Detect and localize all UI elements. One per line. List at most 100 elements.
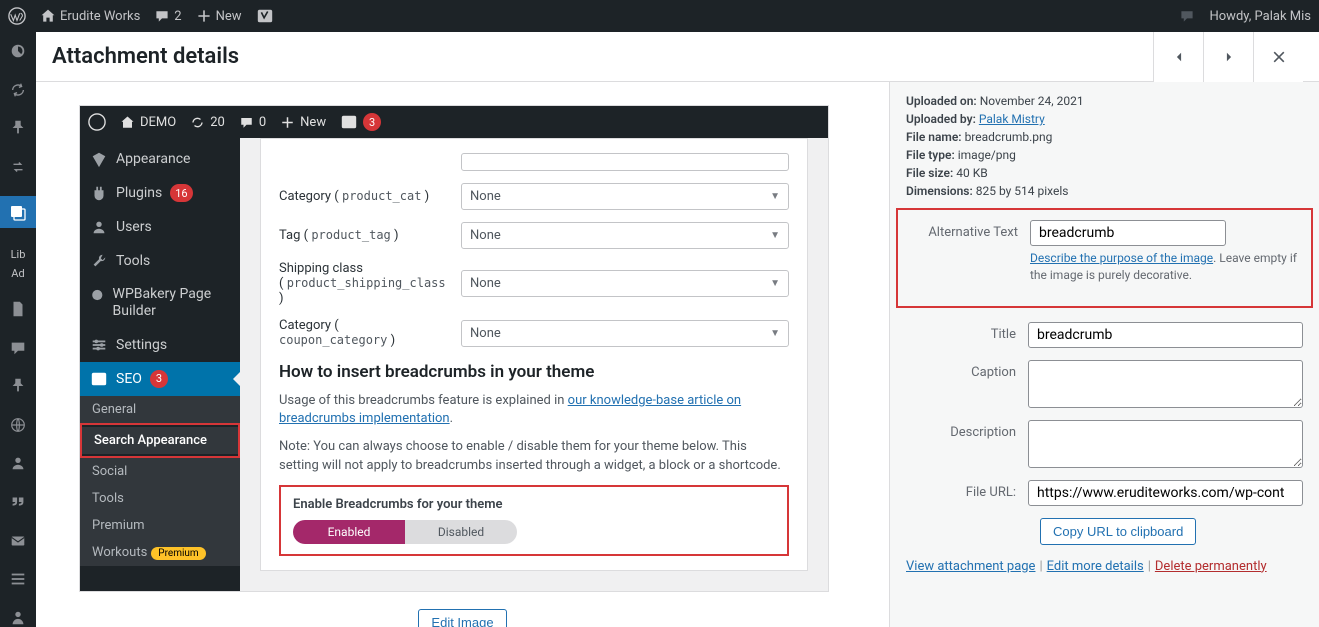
inner-submenu-premium: Premium bbox=[80, 512, 240, 539]
outer-admin-bar: Erudite Works 2 New Howdy, Palak Mis bbox=[0, 0, 1319, 32]
alt-text-highlight-box: Alternative Text Describe the purpose of… bbox=[896, 208, 1313, 308]
inner-menu-appearance: Appearance bbox=[80, 142, 240, 176]
description-label: Description bbox=[906, 420, 1028, 440]
comments-icon[interactable] bbox=[8, 338, 28, 357]
mail-icon[interactable] bbox=[8, 531, 28, 550]
toggle-disabled: Disabled bbox=[405, 520, 517, 544]
howdy-account[interactable]: Howdy, Palak Mis bbox=[1209, 9, 1311, 24]
file-url-label: File URL: bbox=[906, 480, 1028, 500]
close-button[interactable] bbox=[1253, 32, 1303, 82]
meta-file-name: File name: breadcrumb.png bbox=[906, 130, 1303, 144]
dashboard-icon[interactable] bbox=[8, 42, 28, 61]
inner-menu-users: Users bbox=[80, 210, 240, 244]
modal-nav bbox=[1153, 32, 1303, 82]
pages-icon[interactable] bbox=[8, 300, 28, 319]
meta-file-type: File type: image/png bbox=[906, 148, 1303, 162]
toggle-enabled: Enabled bbox=[293, 520, 405, 544]
inner-submenu-social: Social bbox=[80, 458, 240, 485]
site-home-link[interactable]: Erudite Works bbox=[40, 8, 140, 24]
edit-image-button[interactable]: Edit Image bbox=[418, 609, 506, 627]
alt-text-input[interactable] bbox=[1030, 220, 1226, 246]
next-button[interactable] bbox=[1203, 32, 1253, 82]
user-icon[interactable] bbox=[8, 454, 28, 473]
category-product-label: Category ( product_cat ) bbox=[279, 189, 449, 204]
tag-product-label: Tag ( product_tag ) bbox=[279, 228, 449, 243]
title-label: Title bbox=[906, 322, 1028, 342]
shipping-class-select: None▼ bbox=[461, 270, 789, 297]
breadcrumbs-toggle: Enabled Disabled bbox=[293, 520, 517, 544]
attachment-actions: View attachment page|Edit more details|D… bbox=[906, 559, 1303, 574]
attachment-details-pane: Uploaded on: November 24, 2021 Uploaded … bbox=[889, 82, 1319, 627]
inner-submenu-highlight-box: Search Appearance bbox=[80, 423, 240, 458]
list-icon[interactable] bbox=[8, 570, 28, 589]
attachment-image-preview: DEMO 20 0 New 3 Appearance Plugins16 Use… bbox=[80, 106, 828, 591]
pin2-icon[interactable] bbox=[8, 377, 28, 396]
inner-menu-seo: SEO3 bbox=[80, 362, 240, 396]
shipping-class-label: Shipping class( product_shipping_class ) bbox=[279, 261, 449, 306]
globe-icon[interactable] bbox=[8, 416, 28, 435]
caption-label: Caption bbox=[906, 360, 1028, 380]
person-icon[interactable] bbox=[8, 609, 28, 627]
caption-textarea[interactable] bbox=[1028, 360, 1303, 408]
meta-dimensions: Dimensions: 825 by 514 pixels bbox=[906, 184, 1303, 198]
pin-icon[interactable] bbox=[8, 119, 28, 138]
media-icon[interactable] bbox=[0, 196, 36, 228]
inner-admin-bar: DEMO 20 0 New 3 bbox=[80, 106, 828, 138]
modal-header: Attachment details bbox=[36, 32, 1319, 82]
uploaded-by-link[interactable]: Palak Mistry bbox=[979, 112, 1045, 126]
inner-site-link: DEMO bbox=[120, 115, 176, 130]
yoast-icon[interactable] bbox=[256, 7, 274, 25]
file-url-input[interactable] bbox=[1028, 480, 1303, 506]
title-input[interactable] bbox=[1028, 322, 1303, 348]
meta-uploaded-by: Uploaded by: Palak Mistry bbox=[906, 112, 1303, 126]
outer-admin-sidebar: Lib Ad bbox=[0, 32, 36, 627]
edit-more-details-link[interactable]: Edit more details bbox=[1047, 559, 1144, 574]
delete-permanently-link[interactable]: Delete permanently bbox=[1155, 559, 1267, 574]
comments-link[interactable]: 2 bbox=[154, 8, 181, 24]
inner-menu-plugins: Plugins16 bbox=[80, 176, 240, 210]
alt-help-link[interactable]: Describe the purpose of the image bbox=[1030, 251, 1213, 265]
modal-title: Attachment details bbox=[52, 44, 239, 69]
breadcrumbs-heading: How to insert breadcrumbs in your theme bbox=[279, 362, 789, 382]
prev-button[interactable] bbox=[1153, 32, 1203, 82]
inner-updates: 20 bbox=[190, 115, 225, 130]
select-top bbox=[461, 153, 789, 171]
meta-file-size: File size: 40 KB bbox=[906, 166, 1303, 180]
inner-menu-wpbakery: WPBakery Page Builder bbox=[80, 278, 240, 328]
breadcrumbs-para2: Note: You can always choose to enable / … bbox=[279, 438, 789, 474]
inner-submenu-workouts: WorkoutsPremium bbox=[80, 539, 240, 566]
category-coupon-select: None▼ bbox=[461, 320, 789, 347]
category-product-select: None▼ bbox=[461, 183, 789, 210]
inner-new: New bbox=[280, 115, 326, 130]
attachment-details-modal: Attachment details DEMO 20 0 New 3 bbox=[36, 32, 1319, 627]
quote-icon[interactable] bbox=[8, 493, 28, 512]
alt-text-label: Alternative Text bbox=[908, 220, 1030, 240]
new-content-link[interactable]: New bbox=[196, 8, 242, 24]
alt-text-help: Describe the purpose of the image. Leave… bbox=[1030, 250, 1301, 284]
updates-icon[interactable] bbox=[8, 81, 28, 100]
enable-breadcrumbs-title: Enable Breadcrumbs for your theme bbox=[293, 497, 775, 512]
site-name: Erudite Works bbox=[60, 9, 140, 24]
notifications-icon[interactable] bbox=[1179, 8, 1195, 24]
description-textarea[interactable] bbox=[1028, 420, 1303, 468]
inner-comments: 0 bbox=[239, 115, 266, 130]
sidebar-label-lib: Lib bbox=[11, 248, 26, 261]
breadcrumbs-enable-box: Enable Breadcrumbs for your theme Enable… bbox=[279, 485, 789, 556]
category-coupon-label: Category ( coupon_category ) bbox=[279, 318, 449, 348]
copy-url-button[interactable]: Copy URL to clipboard bbox=[1040, 518, 1196, 545]
inner-settings-panel: Category ( product_cat ) None▼ Tag ( pro… bbox=[260, 138, 808, 571]
inner-menu-settings: Settings bbox=[80, 328, 240, 362]
wp-logo-icon[interactable] bbox=[8, 7, 26, 25]
view-attachment-link[interactable]: View attachment page bbox=[906, 559, 1035, 574]
attachment-preview-pane: DEMO 20 0 New 3 Appearance Plugins16 Use… bbox=[36, 82, 889, 627]
inner-content-area: Category ( product_cat ) None▼ Tag ( pro… bbox=[240, 138, 828, 591]
inner-yoast: 3 bbox=[340, 113, 381, 131]
inner-admin-sidebar: Appearance Plugins16 Users Tools WPBaker… bbox=[80, 138, 240, 591]
retweet-icon[interactable] bbox=[8, 158, 28, 177]
inner-submenu-tools: Tools bbox=[80, 485, 240, 512]
inner-submenu-general: General bbox=[80, 396, 240, 423]
breadcrumbs-para1: Usage of this breadcrumbs feature is exp… bbox=[279, 392, 789, 428]
inner-wp-logo-icon bbox=[88, 113, 106, 131]
tag-product-select: None▼ bbox=[461, 222, 789, 249]
premium-badge: Premium bbox=[151, 547, 205, 560]
